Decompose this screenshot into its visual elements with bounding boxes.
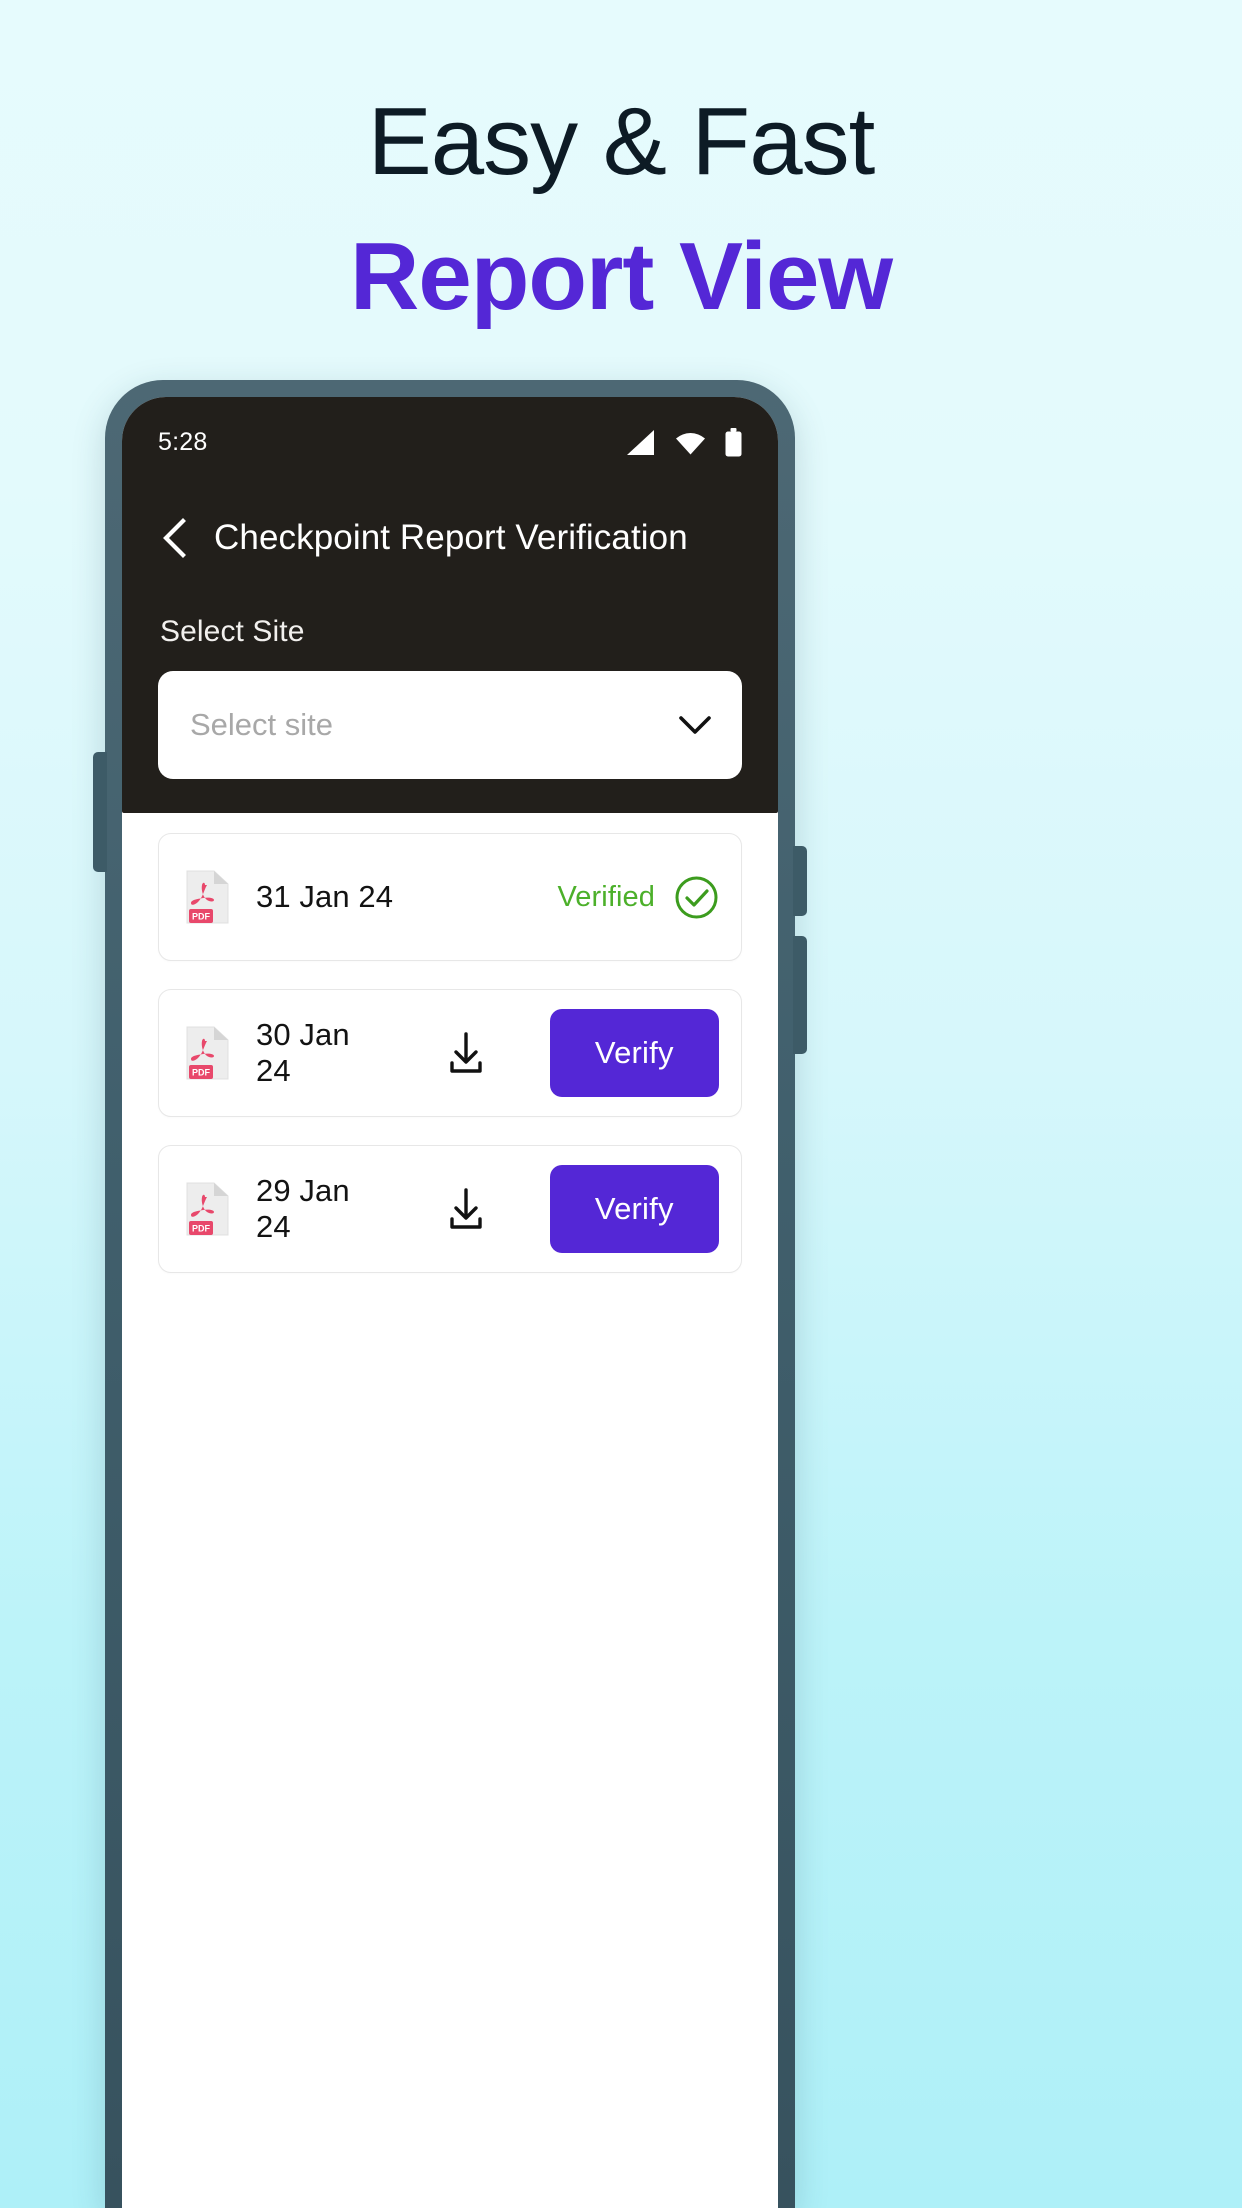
verify-button[interactable]: Verify [549,1009,719,1097]
status-badge: Verified [557,880,655,913]
phone-side-button-left [93,752,107,872]
svg-text:PDF: PDF [192,1224,211,1234]
page-title: Checkpoint Report Verification [214,518,688,557]
report-date: 29 Jan 24 [256,1173,350,1244]
promo-headline-primary: Easy & Fast [367,88,876,195]
table-row[interactable]: PDF 31 Jan 24 Verified [158,833,742,961]
download-icon[interactable] [445,1030,487,1076]
chevron-down-icon[interactable] [678,715,712,735]
report-date: 31 Jan 24 [256,879,394,914]
phone-side-button-right-bottom [793,936,807,1054]
select-site-placeholder: Select site [190,707,334,742]
promo-header: Easy & Fast Report View [0,0,1242,328]
promo-headline-secondary: Report View [349,222,893,330]
wifi-icon [676,432,705,454]
svg-text:PDF: PDF [192,1068,211,1078]
select-site-dropdown[interactable]: Select site [158,671,742,779]
phone-screen: 5:28 Checkpoint Report Verification Sele… [122,397,778,2208]
status-bar-time: 5:28 [158,427,208,456]
signal-icon [627,429,654,455]
app-header-section: 5:28 Checkpoint Report Verification Sele… [122,397,778,813]
svg-text:PDF: PDF [192,912,211,922]
battery-icon [725,427,742,456]
phone-mockup: 5:28 Checkpoint Report Verification Sele… [93,380,807,2208]
verify-button[interactable]: Verify [549,1165,719,1253]
pdf-file-icon: PDF [186,870,229,924]
app-bar: Checkpoint Report Verification [122,469,778,559]
chevron-left-icon[interactable] [158,517,192,559]
status-bar-icons [625,427,742,457]
phone-side-button-right-top [793,846,807,916]
select-site-label: Select Site [160,615,305,648]
download-slot [383,1186,550,1232]
pdf-file-icon: PDF [186,1182,229,1236]
status-bar: 5:28 [122,397,778,469]
report-list: PDF 31 Jan 24 Verified PDF 30 Jan 24 Ver… [122,813,778,1273]
pdf-file-icon: PDF [186,1026,229,1080]
table-row[interactable]: PDF 29 Jan 24 Verify [158,1145,742,1273]
select-site-field-wrapper: Select site [158,671,742,779]
report-date: 30 Jan 24 [256,1017,350,1088]
check-circle-icon [675,876,718,918]
download-slot [383,1030,550,1076]
download-icon[interactable] [445,1186,487,1232]
table-row[interactable]: PDF 30 Jan 24 Verify [158,989,742,1117]
